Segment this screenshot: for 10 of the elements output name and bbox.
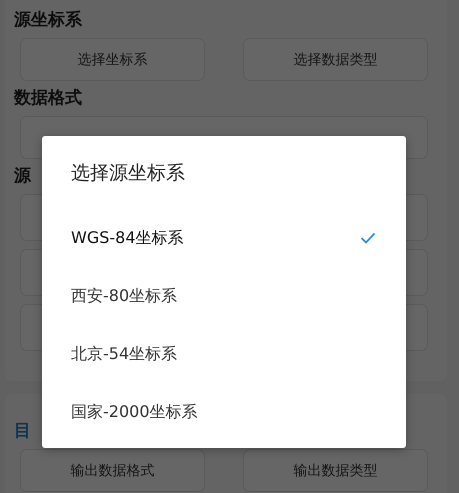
dialog-title: 选择源坐标系 bbox=[71, 160, 185, 186]
dialog-option[interactable]: 北京-54坐标系 bbox=[42, 325, 406, 383]
dialog-option[interactable]: 西安-80坐标系 bbox=[42, 267, 406, 325]
check-icon bbox=[360, 232, 376, 244]
dialog-option[interactable]: 国家-2000坐标系 bbox=[42, 383, 406, 441]
section-title: 数据格式 bbox=[14, 88, 82, 108]
section-title: 目 bbox=[14, 421, 31, 441]
section-title: 源 bbox=[14, 166, 31, 186]
section-title: 源坐标系 bbox=[14, 10, 82, 30]
dialog-option[interactable]: WGS-84坐标系 bbox=[42, 209, 406, 267]
